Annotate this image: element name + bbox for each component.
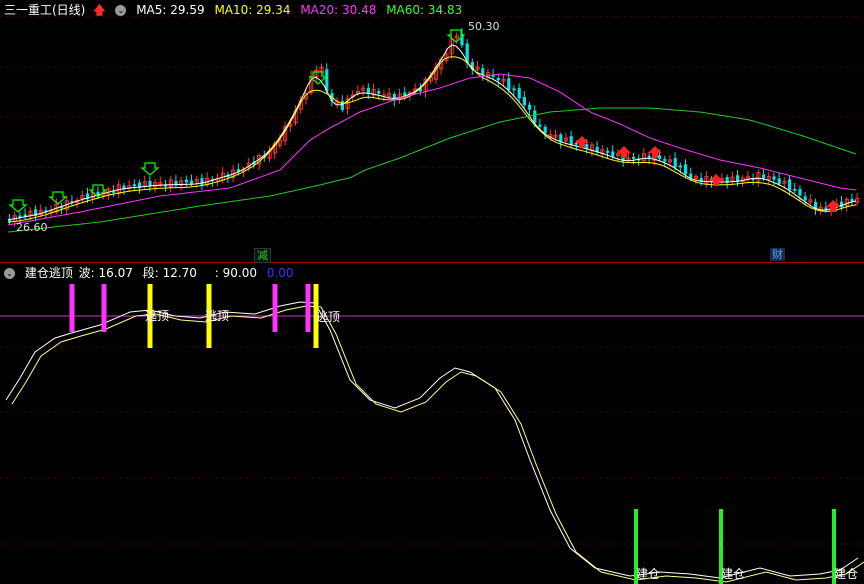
candle-body <box>340 101 344 110</box>
ma60-line <box>7 107 857 233</box>
build-label: 建仓 <box>834 567 858 581</box>
build-label: 建仓 <box>721 567 745 581</box>
candle-body <box>533 110 537 123</box>
candle-body <box>517 88 521 99</box>
indicator-title[interactable]: 建仓逃顶 <box>25 266 73 280</box>
candle-body <box>684 164 688 174</box>
event-badge-right[interactable]: 财 <box>770 248 785 261</box>
up-arrow-icon: 🡅 <box>93 3 106 17</box>
ma5-label: MA5: 29.59 <box>136 3 205 17</box>
candle-body <box>132 184 136 187</box>
stock-title[interactable]: 三一重工(日线) <box>4 3 85 17</box>
kline-chart-canvas[interactable]: 逃顶 逃顶 逃顶建仓 建仓 建仓 <box>0 0 864 584</box>
candle-body <box>772 176 776 180</box>
wave-line <box>5 301 859 579</box>
candle-body <box>200 178 204 185</box>
candle-body <box>606 150 610 153</box>
candle-body <box>184 179 188 183</box>
build-label: 建仓 <box>636 567 660 581</box>
candle-body <box>803 196 807 201</box>
event-badge-left[interactable]: 减 <box>254 248 271 263</box>
candle-body <box>543 126 547 134</box>
candle-body <box>190 180 194 184</box>
candle-body <box>673 158 677 168</box>
ma10-label: MA10: 29.34 <box>214 3 291 17</box>
high-price-label: 50.30 <box>468 20 500 33</box>
candle-body <box>689 173 693 178</box>
escape-label: 逃顶 <box>145 309 169 323</box>
candle-body <box>569 136 573 145</box>
candle-body <box>632 156 636 159</box>
escape-label: 逃顶 <box>316 310 340 324</box>
candle-body <box>507 78 511 91</box>
candle-body <box>762 174 766 179</box>
main-chart-header: 三一重工(日线) 🡅 ⌄ MA5: 29.59 MA10: 29.34 MA20… <box>4 1 468 19</box>
buy-arrow-icon <box>617 146 631 158</box>
candle-body <box>793 188 797 191</box>
candle-body <box>788 179 792 191</box>
ma20-label: MA20: 30.48 <box>300 3 377 17</box>
ma20-line <box>7 73 857 226</box>
candle-body <box>528 104 532 110</box>
indicator-header: ⌄ 建仓逃顶 波: 16.07 段: 12.70 : 90.00 0.00 <box>4 264 300 282</box>
level-label: : 90.00 <box>214 266 257 280</box>
sell-arrow-icon <box>140 162 160 176</box>
candle-body <box>512 88 516 91</box>
candle-body <box>678 165 682 168</box>
warning-bar <box>69 284 75 332</box>
candle-body <box>658 155 662 159</box>
candle-body <box>798 189 802 196</box>
low-price-label: 26.60 <box>16 221 48 234</box>
sell-arrow-icon <box>48 191 68 205</box>
ma60-label: MA60: 34.83 <box>386 3 463 17</box>
candle-body <box>611 151 615 157</box>
sell-arrow-icon <box>8 199 28 213</box>
candle-body <box>377 91 381 94</box>
candle-body <box>496 78 500 81</box>
candle-body <box>522 97 526 106</box>
ma10-line <box>7 56 857 223</box>
collapse-circle-icon[interactable]: ⌄ <box>115 5 127 16</box>
candle-body <box>663 159 667 162</box>
ma5-line <box>7 44 857 221</box>
warning-bar <box>272 284 278 332</box>
indicator-collapse-icon[interactable]: ⌄ <box>4 268 15 279</box>
wave-label: 波: 16.07 <box>78 266 133 280</box>
warning-bar <box>305 284 311 332</box>
zero-label: 0.00 <box>266 266 294 280</box>
escape-label: 逃顶 <box>205 309 229 323</box>
candle-body <box>777 178 781 184</box>
candle-body <box>538 124 542 127</box>
warning-bar <box>101 284 107 332</box>
segment-label: 段: 12.70 <box>142 266 197 280</box>
